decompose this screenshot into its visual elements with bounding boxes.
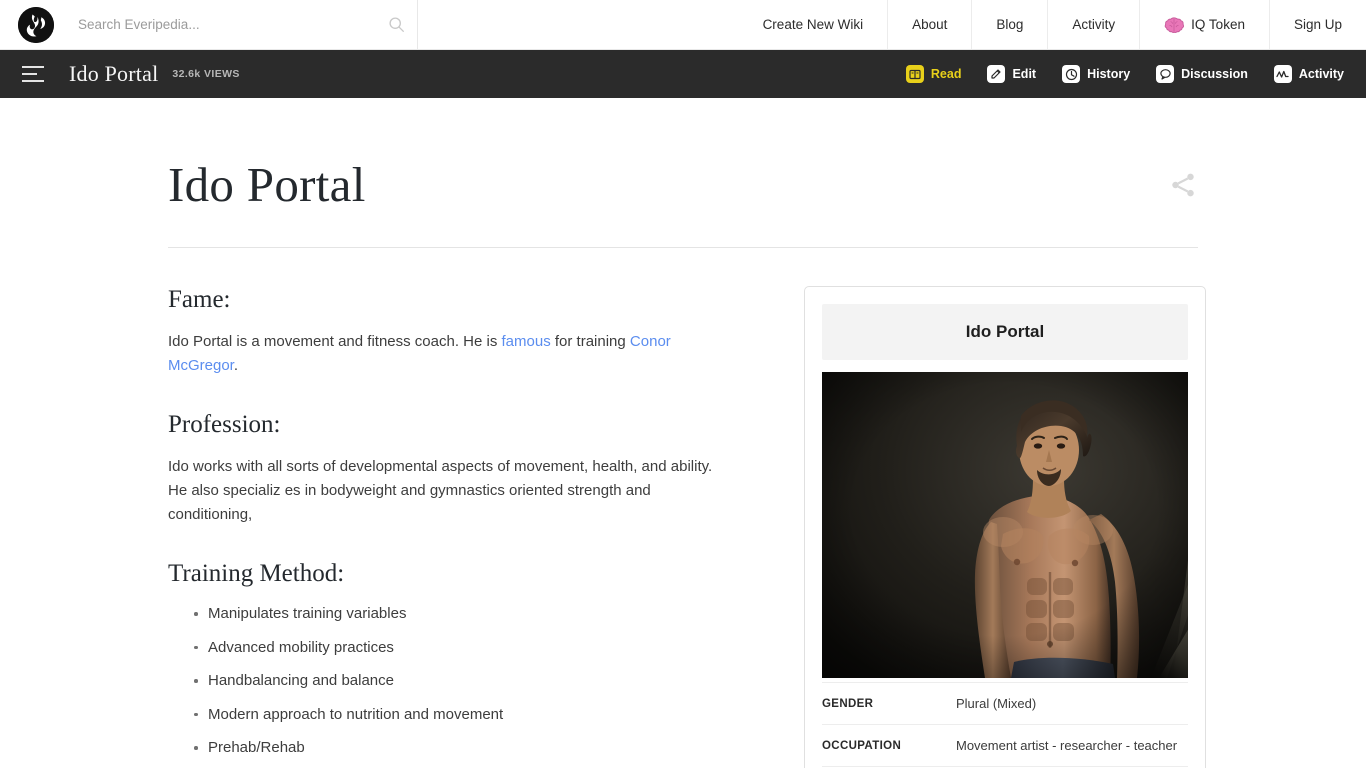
link-famous[interactable]: famous [502,333,551,350]
infobox-label: OCCUPATION [822,740,956,752]
page-body: Ido Portal Fame: Ido Portal is a movemen… [0,98,1366,768]
infobox-value: Plural (Mixed) [956,696,1036,711]
tab-label: Discussion [1181,67,1248,81]
tab-discussion[interactable]: Discussion [1156,65,1248,83]
topbar-left-section [0,0,418,49]
nav-item-create-new-wiki[interactable]: Create New Wiki [739,0,888,49]
search-icon[interactable] [388,16,405,33]
two-column-layout: Fame: Ido Portal is a movement and fitne… [168,248,1198,768]
tab-label: Read [931,67,962,81]
infobox-fact-rows: GENDER Plural (Mixed) OCCUPATION Movemen… [822,678,1188,767]
brain-icon [1164,16,1184,34]
nav-item-about[interactable]: About [887,0,971,49]
infobox-portrait-image[interactable] [822,372,1188,678]
fame-paragraph: Ido Portal is a movement and fitness coa… [168,330,728,378]
nav-item-iq-token[interactable]: IQ Token [1139,0,1269,49]
section-heading-profession: Profession: [168,411,728,439]
article-action-bar: Ido Portal 32.6k VIEWS Read Edit [0,50,1366,98]
training-method-list: Manipulates training variables Advanced … [168,604,728,768]
article-bar-title: Ido Portal [69,61,158,87]
pulse-icon [1274,65,1292,83]
fame-text-3: . [234,357,238,374]
tab-edit[interactable]: Edit [987,65,1036,83]
nav-label: Activity [1072,17,1115,32]
infobox-title: Ido Portal [822,304,1188,360]
list-item: Handbalancing and balance [168,671,728,690]
search-container [54,0,417,49]
hamburger-menu-icon[interactable] [22,66,44,82]
hamburger-line [22,73,37,75]
list-item: Modern approach to nutrition and movemen… [168,705,728,724]
chat-bubble-icon [1156,65,1174,83]
nav-label: Blog [996,17,1023,32]
profession-paragraph: Ido works with all sorts of developmenta… [168,455,728,527]
hamburger-line [22,80,44,82]
tab-history[interactable]: History [1062,65,1130,83]
everipedia-flame-logo-icon[interactable] [18,7,54,43]
hamburger-line [22,66,44,68]
article-tabs: Read Edit History [906,65,1344,83]
tab-label: Activity [1299,67,1344,81]
nav-item-activity[interactable]: Activity [1047,0,1139,49]
content-container: Ido Portal Fame: Ido Portal is a movemen… [168,98,1198,768]
article-main-column: Fame: Ido Portal is a movement and fitne… [168,286,728,768]
list-item: Prehab/Rehab [168,738,728,757]
view-count: 32.6k VIEWS [172,68,239,80]
list-item: Advanced mobility practices [168,638,728,657]
nav-item-blog[interactable]: Blog [971,0,1047,49]
infobox-label: GENDER [822,698,956,710]
clock-icon [1062,65,1080,83]
share-icon[interactable] [1168,170,1198,200]
tab-label: Edit [1012,67,1036,81]
pencil-square-icon [987,65,1005,83]
title-row: Ido Portal [168,154,1198,248]
tab-read[interactable]: Read [906,65,962,83]
section-heading-training-method: Training Method: [168,560,728,588]
topbar-nav-group: Create New Wiki About Blog Activity IQ T… [418,0,1366,49]
tab-label: History [1087,67,1130,81]
nav-label: IQ Token [1191,17,1245,32]
table-row: GENDER Plural (Mixed) [822,682,1188,725]
fame-text-2: for training [551,333,630,350]
table-row: OCCUPATION Movement artist - researcher … [822,725,1188,767]
page-title: Ido Portal [168,154,366,209]
list-item: Manipulates training variables [168,604,728,623]
tab-activity[interactable]: Activity [1274,65,1344,83]
book-icon [906,65,924,83]
nav-label: About [912,17,947,32]
fame-text-1: Ido Portal is a movement and fitness coa… [168,333,502,350]
search-input[interactable] [78,17,388,32]
section-heading-fame: Fame: [168,286,728,314]
nav-item-sign-up[interactable]: Sign Up [1269,0,1366,49]
infobox: Ido Portal [804,286,1206,768]
nav-label: Sign Up [1294,17,1342,32]
infobox-value: Movement artist - researcher - teacher [956,738,1177,753]
top-navigation-bar: Create New Wiki About Blog Activity IQ T… [0,0,1366,50]
article-sidebar: Ido Portal [804,286,1206,768]
nav-label: Create New Wiki [763,17,864,32]
